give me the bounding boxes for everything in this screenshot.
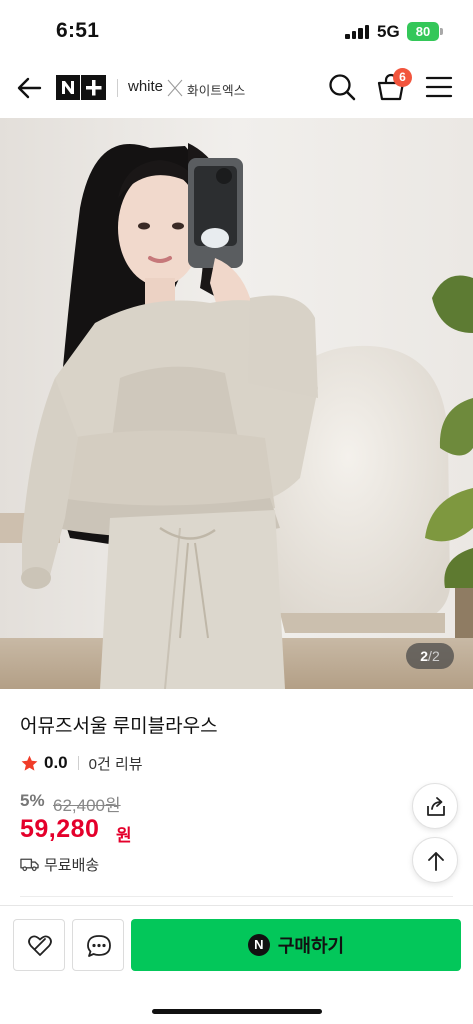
chat-bubble-icon	[87, 935, 111, 957]
shipping-label: 무료배송	[44, 856, 100, 874]
talk-talk-button[interactable]	[72, 919, 124, 971]
search-icon[interactable]	[327, 72, 357, 102]
rating-divider	[77, 756, 79, 770]
buy-button-label: 구매하기	[277, 936, 345, 956]
hamburger-menu-icon[interactable]	[425, 74, 453, 100]
bottom-action-bar: N 구매하기	[0, 905, 473, 1024]
naver-n-icon: N	[247, 934, 270, 956]
share-button[interactable]	[412, 783, 458, 829]
star-icon	[21, 755, 38, 771]
arrow-up-icon	[428, 852, 444, 871]
product-photo-illustration	[0, 118, 473, 689]
cart-count-badge: 6	[393, 68, 412, 87]
status-time: 6:51	[56, 19, 100, 42]
top-nav: white 화이트엑스 6	[0, 62, 473, 118]
brand-name-korean[interactable]: 화이트엑스	[187, 80, 246, 99]
original-price: 62,400원	[53, 796, 121, 815]
buy-button[interactable]: N 구매하기	[131, 919, 461, 971]
product-title: 어뮤즈서울 루미블라우스	[20, 716, 218, 737]
image-counter-current: 2	[420, 648, 429, 664]
signal-icon	[345, 25, 371, 39]
share-icon	[427, 797, 445, 816]
heart-plus-icon	[28, 935, 52, 956]
scroll-to-top-button[interactable]	[412, 837, 458, 883]
brand-name-english[interactable]: white	[128, 78, 163, 95]
back-arrow-icon[interactable]	[14, 72, 46, 104]
naver-plus-logo-icon[interactable]	[56, 75, 106, 100]
truck-icon	[20, 858, 39, 872]
image-counter-total: 2	[431, 648, 440, 664]
rating-row[interactable]: 0.0 0건 리뷰	[20, 752, 143, 774]
network-type: 5G	[377, 22, 400, 41]
rating-value: 0.0	[44, 753, 68, 772]
review-count[interactable]: 0건 리뷰	[89, 753, 143, 774]
brand-divider	[117, 79, 118, 97]
currency-unit: 원	[116, 826, 132, 845]
brand-x-mark-icon	[167, 79, 183, 97]
product-image[interactable]	[0, 118, 473, 689]
home-indicator	[152, 1009, 322, 1014]
section-divider	[20, 896, 453, 897]
status-bar: 6:51 5G 80	[0, 0, 473, 62]
image-counter: 2/2	[406, 643, 454, 669]
battery-icon: 80	[407, 22, 439, 41]
sale-price: 59,280	[20, 815, 100, 843]
battery-tip	[440, 28, 443, 35]
wishlist-button[interactable]	[13, 919, 65, 971]
shipping-info: 무료배송	[20, 854, 99, 874]
battery-level: 80	[415, 24, 431, 39]
discount-rate: 5%	[20, 791, 45, 810]
